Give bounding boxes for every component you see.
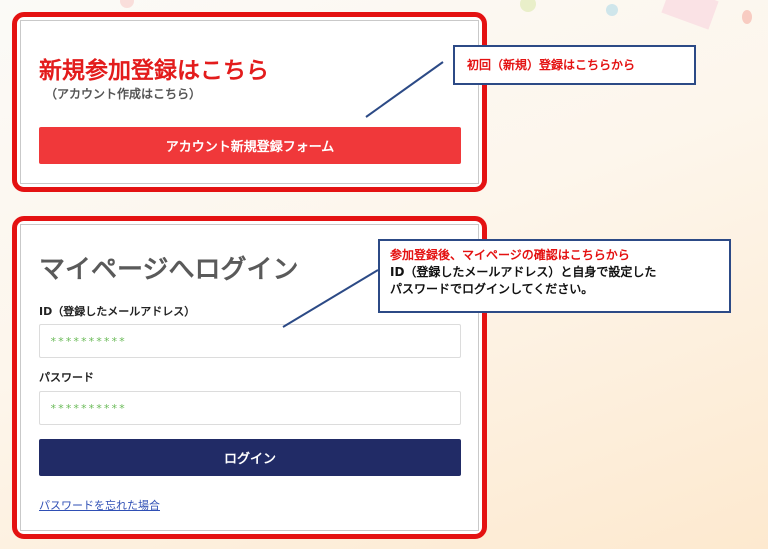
login-callout-line3: パスワードでログインしてください。	[390, 282, 594, 296]
login-callout: 参加登録後、マイページの確認はこちらから ID（登録したメールアドレス）と自身で…	[378, 239, 731, 313]
login-callout-line2: ID（登録したメールアドレス）と自身で設定した	[390, 265, 657, 279]
login-callout-line1: 参加登録後、マイページの確認はこちらから	[390, 248, 630, 262]
registration-callout: 初回（新規）登録はこちらから	[453, 45, 696, 85]
registration-callout-text: 初回（新規）登録はこちらから	[467, 57, 636, 72]
registration-pointer-line	[365, 61, 444, 118]
login-pointer-line	[282, 269, 379, 328]
